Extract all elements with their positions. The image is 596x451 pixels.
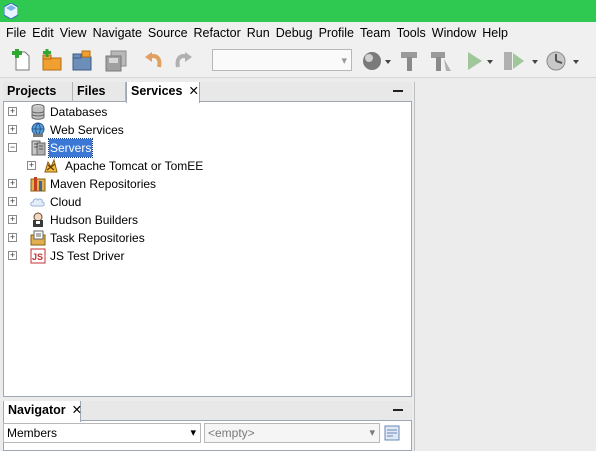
web-services-icon (31, 122, 45, 137)
navigator-filter-icon[interactable] (383, 423, 401, 443)
clean-build-icon[interactable] (428, 49, 454, 73)
netbeans-logo-icon (4, 3, 18, 19)
expand-icon[interactable]: + (8, 233, 17, 242)
cloud-icon (30, 198, 45, 207)
tree-node-web-services[interactable]: + Web Services (8, 121, 308, 139)
tree-node-servers[interactable]: − Servers (8, 138, 308, 158)
menu-tools[interactable]: Tools (394, 22, 429, 44)
menu-window[interactable]: Window (429, 22, 479, 44)
build-icon[interactable] (398, 49, 422, 73)
collapse-icon[interactable]: − (8, 143, 17, 152)
minimize-button[interactable] (393, 90, 403, 92)
menu-edit[interactable]: Edit (29, 22, 57, 44)
tree-node-maven-repositories[interactable]: + Maven Repositories (8, 175, 308, 193)
close-icon[interactable]: ✕ (188, 84, 198, 98)
database-icon (31, 104, 45, 120)
tab-services[interactable]: Services ✕ (126, 82, 200, 103)
undo-icon[interactable] (143, 49, 165, 73)
new-project-icon[interactable] (40, 49, 64, 73)
tree-node-task-repositories[interactable]: + Task Repositories (8, 229, 308, 247)
menu-navigate[interactable]: Navigate (90, 22, 145, 44)
expand-icon[interactable]: + (8, 179, 17, 188)
tomcat-icon (44, 158, 58, 173)
menu-bar: File Edit View Navigate Source Refactor … (0, 22, 596, 44)
menu-team[interactable]: Team (357, 22, 394, 44)
tree-node-apache-tomcat[interactable]: + Apache Tomcat or TomEE (27, 157, 327, 175)
js-test-icon: JS (30, 248, 46, 264)
menu-view[interactable]: View (57, 22, 90, 44)
chevron-down-icon: ▾ (341, 55, 347, 67)
close-icon[interactable]: ✕ (72, 403, 82, 417)
expand-icon[interactable]: + (27, 161, 36, 170)
editor-area (414, 82, 596, 451)
run-icon[interactable] (462, 49, 494, 73)
tree-node-js-test-driver[interactable]: + JS JS Test Driver (8, 247, 308, 265)
expand-icon[interactable]: + (8, 197, 17, 206)
tab-projects[interactable]: Projects (3, 82, 73, 102)
debug-icon[interactable] (500, 49, 540, 73)
menu-refactor[interactable]: Refactor (191, 22, 244, 44)
menu-file[interactable]: File (3, 22, 29, 44)
left-tab-strip: Projects Files Services ✕ (3, 82, 412, 103)
svg-text:JS: JS (32, 252, 43, 262)
chevron-down-icon: ▾ (369, 427, 375, 439)
profile-icon[interactable] (542, 49, 582, 73)
task-repo-icon (30, 230, 46, 246)
open-project-icon[interactable] (70, 49, 96, 73)
tab-navigator[interactable]: Navigator ✕ (3, 401, 82, 422)
tree-node-databases[interactable]: + Databases (8, 103, 308, 121)
browser-icon[interactable] (360, 49, 392, 73)
save-all-icon[interactable] (103, 49, 129, 73)
hudson-icon (33, 212, 43, 227)
menu-source[interactable]: Source (145, 22, 191, 44)
maven-icon (30, 177, 46, 192)
tab-files[interactable]: Files (73, 82, 126, 102)
title-bar (0, 0, 596, 22)
new-file-icon[interactable] (10, 49, 34, 73)
expand-icon[interactable]: + (8, 251, 17, 260)
chevron-down-icon: ▾ (190, 427, 196, 439)
servers-icon (31, 140, 46, 156)
expand-icon[interactable]: + (8, 107, 17, 116)
redo-icon[interactable] (172, 49, 194, 73)
navigator-tab-strip: Navigator ✕ (3, 401, 412, 422)
menu-help[interactable]: Help (479, 22, 511, 44)
members-select[interactable]: Members ▾ (3, 423, 201, 443)
menu-run[interactable]: Run (244, 22, 273, 44)
tree-node-cloud[interactable]: + Cloud (8, 193, 308, 211)
minimize-button[interactable] (393, 409, 403, 411)
filter-select[interactable]: <empty> ▾ (204, 423, 380, 443)
tree-node-hudson-builders[interactable]: + Hudson Builders (8, 211, 308, 229)
menu-debug[interactable]: Debug (273, 22, 316, 44)
expand-icon[interactable]: + (8, 125, 17, 134)
menu-profile[interactable]: Profile (316, 22, 357, 44)
expand-icon[interactable]: + (8, 215, 17, 224)
configuration-combo[interactable]: ▾ (212, 49, 352, 71)
